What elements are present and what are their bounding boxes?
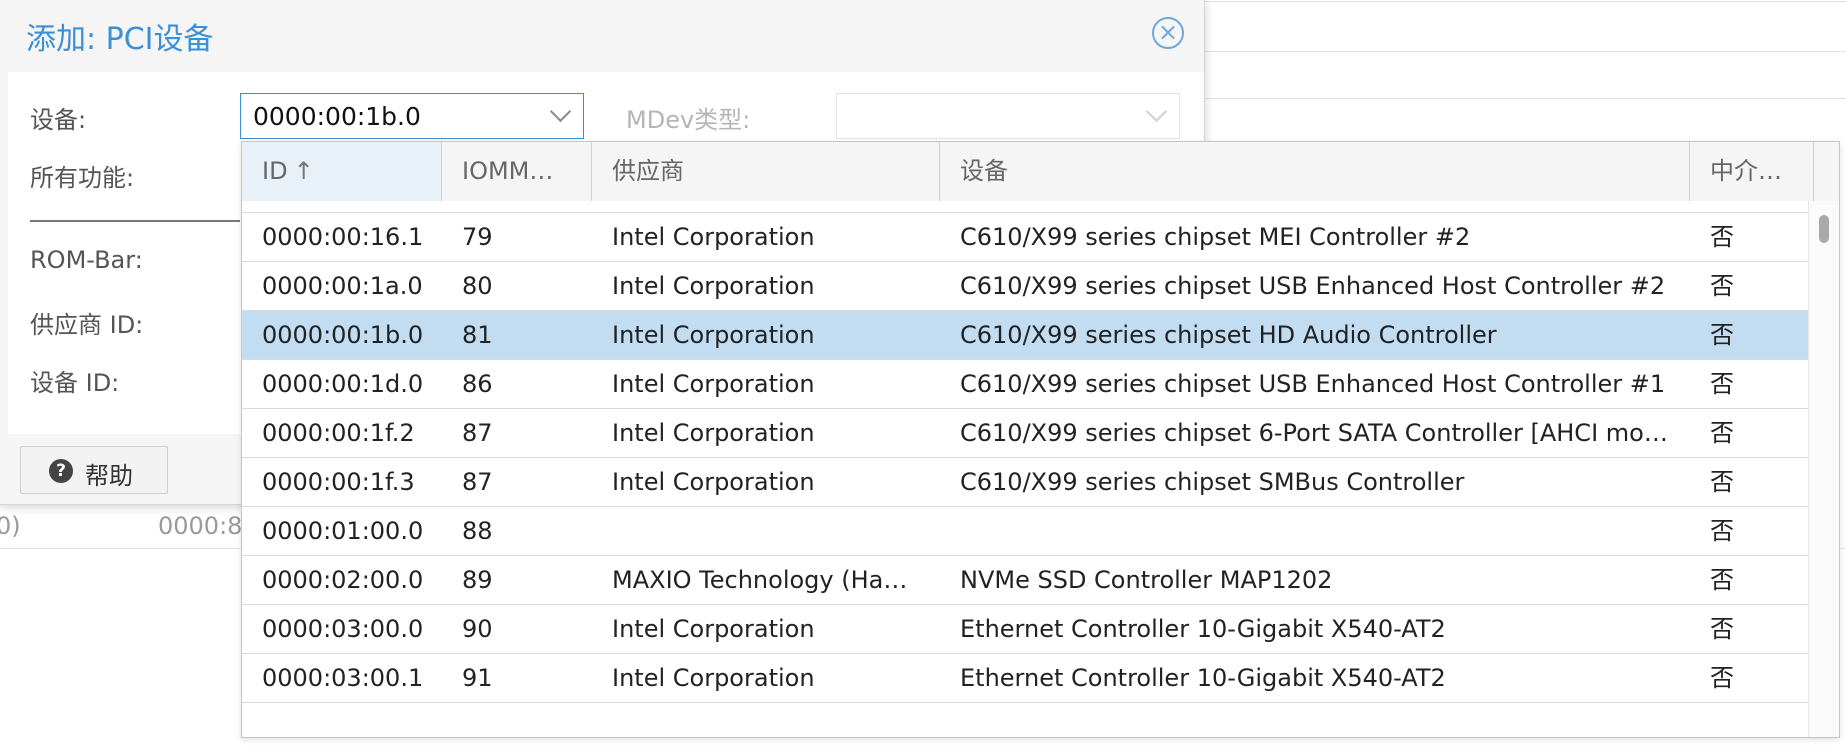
cell-mdev: 否: [1710, 272, 1734, 300]
cell-mdev: 否: [1710, 370, 1734, 398]
cell-device: C610/X99 series chipset HD Audio Control…: [960, 321, 1497, 349]
close-icon[interactable]: ×: [1152, 17, 1184, 49]
cell-iommu: 81: [462, 321, 493, 349]
question-circle-icon: ?: [49, 459, 73, 483]
column-header-id[interactable]: ID ↑: [242, 142, 442, 201]
cell-id: 0000:03:00.1: [262, 664, 424, 692]
column-header-vendor[interactable]: 供应商: [592, 142, 940, 201]
device-id-label: 设备 ID:: [30, 369, 120, 397]
column-header-id-label: ID: [262, 157, 288, 185]
cell-device: C610/X99 series chipset MEI Controller #…: [940, 201, 1690, 213]
chevron-down-icon[interactable]: [549, 100, 572, 123]
cell-iommu: 87: [462, 419, 493, 447]
cell-iommu: 80: [462, 272, 493, 300]
rom-bar-label: ROM-Bar:: [30, 246, 143, 274]
mdev-type-label: MDev类型:: [626, 106, 751, 134]
cell-iommu: 79: [462, 223, 493, 251]
cell-mdev: 否: [1710, 419, 1734, 447]
cell-device: C610/X99 series chipset USB Enhanced Hos…: [960, 370, 1666, 398]
cell-id: 0000:00:1d.0: [262, 370, 424, 398]
cell-vendor: Intel Corporation: [612, 615, 815, 643]
column-header-iommu[interactable]: IOMM…: [442, 142, 592, 201]
device-value: 0000:00:1b.0: [253, 102, 421, 131]
table-row[interactable]: 0000:03:00.1 91 Intel Corporation Ethernet …: [242, 654, 1810, 703]
device-picker-grid: ID↑ IOMM… 供应商 设备 中介… 0000:00:16.079Intel…: [241, 141, 1840, 738]
cell-vendor: MAXIO Technology (Ha…: [612, 566, 908, 594]
cell-id: 0000:01:00.0: [262, 517, 424, 545]
cell-iommu: 90: [462, 615, 493, 643]
cell-vendor: Intel Corporation: [612, 419, 815, 447]
cell-device: C610/X99 series chipset SMBus Controller: [960, 468, 1465, 496]
cell-mdev: 否: [1710, 664, 1734, 692]
chevron-down-icon: [1145, 100, 1168, 123]
column-header-mdev[interactable]: 中介…: [1690, 142, 1814, 201]
table-row[interactable]: 0000:00:1f.3 87 Intel Corporation C610/X99 …: [242, 458, 1810, 507]
cell-device: Ethernet Controller 10-Gigabit X540-AT2: [960, 664, 1446, 692]
cell-vendor: Intel Corporation: [612, 272, 815, 300]
mdev-type-combobox: [836, 93, 1180, 139]
cell-mdev: 否: [1710, 223, 1734, 251]
cell-iommu: 87: [462, 468, 493, 496]
cell-mdev: 否: [1710, 566, 1734, 594]
cell-id: 0000:00:16.1: [262, 223, 424, 251]
cell-mdev: 否: [1710, 615, 1734, 643]
cell-vendor: Intel Corporation: [612, 321, 815, 349]
cell-iommu: 79: [442, 201, 592, 213]
scrollbar-thumb[interactable]: [1819, 215, 1829, 243]
grid-header: ID ↑ IOMM… 供应商 设备 中介…: [242, 142, 1839, 202]
cell-device: C610/X99 series chipset 6-Port SATA Cont…: [960, 419, 1668, 447]
cell-iommu: 86: [462, 370, 493, 398]
cell-id: 0000:02:00.0: [262, 566, 424, 594]
cell-id: 0000:00:1b.0: [262, 321, 424, 349]
cell-device: C610/X99 series chipset MEI Controller #…: [960, 223, 1471, 251]
cell-device: NVMe SSD Controller MAP1202: [960, 566, 1333, 594]
divider: [30, 220, 240, 222]
cell-vendor: Intel Corporation: [592, 201, 940, 213]
table-row[interactable]: 0000:03:00.0 90 Intel Corporation Ethernet …: [242, 605, 1810, 654]
cell-mdev: 否: [1710, 468, 1734, 496]
cell-vendor: Intel Corporation: [612, 664, 815, 692]
cell-id: 0000:00:1a.0: [262, 272, 423, 300]
table-row[interactable]: 0000:00:16.079Intel CorporationC610/X99 …: [242, 201, 1810, 213]
cell-iommu: 88: [462, 517, 493, 545]
device-label: 设备:: [30, 106, 87, 134]
cell-vendor: Intel Corporation: [612, 370, 815, 398]
table-row[interactable]: 0000:00:1a.0 80 Intel Corporation C610/X99 …: [242, 262, 1810, 311]
cell-id: 0000:00:16.0: [242, 201, 442, 213]
scrollbar[interactable]: [1808, 201, 1839, 737]
cell-mdev: 否: [1710, 321, 1734, 349]
help-button-label: 帮助: [85, 462, 133, 490]
background-text: 0): [0, 512, 21, 540]
cell-vendor: Intel Corporation: [612, 223, 815, 251]
table-row-selected[interactable]: 0000:00:1b.0 81 Intel Corporation C610/X99 …: [242, 311, 1810, 360]
table-row[interactable]: 0000:02:00.0 89 MAXIO Technology (Ha… NVMe …: [242, 556, 1810, 605]
table-row[interactable]: 0000:00:1f.2 87 Intel Corporation C610/X99 …: [242, 409, 1810, 458]
background-id-text: 0000:8: [158, 512, 243, 540]
column-header-device[interactable]: 设备: [940, 142, 1690, 201]
table-row[interactable]: 0000:00:16.1 79 Intel Corporation C610/X99 …: [242, 213, 1810, 262]
help-button[interactable]: ? 帮助: [20, 446, 168, 494]
cell-vendor: Intel Corporation: [612, 468, 815, 496]
device-combobox[interactable]: 0000:00:1b.0: [240, 93, 584, 139]
cell-mdev: 否: [1710, 517, 1734, 545]
cell-iommu: 91: [462, 664, 493, 692]
arrow-up-icon: ↑: [293, 157, 314, 185]
dialog-title: 添加: PCI设备: [26, 22, 214, 57]
grid-rows: 0000:00:16.079Intel CorporationC610/X99 …: [242, 201, 1810, 703]
cell-id: 0000:00:1f.2: [262, 419, 415, 447]
cell-device: Ethernet Controller 10-Gigabit X540-AT2: [960, 615, 1446, 643]
all-functions-label: 所有功能:: [30, 164, 135, 192]
cell-id: 0000:03:00.0: [262, 615, 424, 643]
grid-body[interactable]: 0000:00:16.079Intel CorporationC610/X99 …: [242, 201, 1810, 737]
cell-iommu: 89: [462, 566, 493, 594]
cell-id: 0000:00:1f.3: [262, 468, 415, 496]
table-row[interactable]: 0000:01:00.0 88 否: [242, 507, 1810, 556]
table-row[interactable]: 0000:00:1d.0 86 Intel Corporation C610/X99 …: [242, 360, 1810, 409]
cell-vendor: [592, 507, 940, 556]
vendor-id-label: 供应商 ID:: [30, 311, 144, 339]
cell-device: [940, 507, 1690, 556]
cell-device: C610/X99 series chipset USB Enhanced Hos…: [960, 272, 1666, 300]
cell-mdev: 否: [1690, 201, 1810, 213]
